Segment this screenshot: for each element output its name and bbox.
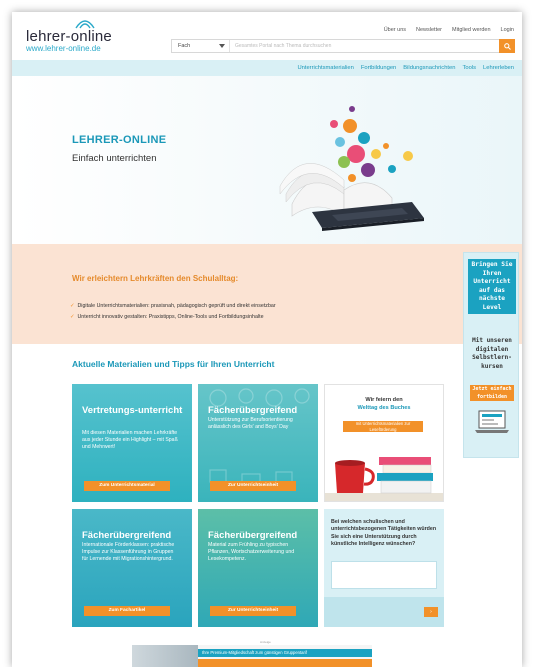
survey-answer-field[interactable]	[331, 561, 437, 589]
laptop-book-illustration	[279, 106, 424, 231]
side-ad-text: Mit unseren digitalen Selbstlern-kursen	[472, 337, 512, 370]
card-world-book-day[interactable]: Wir feiern den Welttag des Buches mit Un…	[324, 384, 444, 502]
card-button[interactable]: Zum Unterrichtsmaterial	[84, 481, 170, 491]
card-career-orientation[interactable]: Fächerübergreifend Unterstützung zur Ber…	[198, 384, 318, 502]
benefit-item: ✓ Digitale Unterrichtsmaterialien: praxis…	[70, 301, 276, 312]
card-spring-material[interactable]: Fächerübergreifend Material zum Frühling…	[198, 509, 318, 627]
banner-photo	[132, 645, 198, 667]
search-button[interactable]	[499, 39, 515, 53]
nav-item-trainings[interactable]: Fortbildungen	[361, 65, 396, 71]
survey-submit-button[interactable]: ›	[424, 607, 438, 617]
banner-text: Ihre Premium-Mitgliedschaft zum günstige…	[198, 649, 372, 657]
card-description: Unterstützung zur Berufsorientierung anl…	[208, 417, 293, 430]
nav-item-news[interactable]: Bildungsnachrichten	[403, 65, 455, 71]
subject-select[interactable]: Fach	[172, 40, 230, 52]
benefits-band: Wir erleichtern Lehrkräften den Schulall…	[12, 244, 522, 344]
checkmark-icon: ✓	[70, 303, 75, 309]
search-bar: Fach Gesamtes Portal nach Thema durchsuc…	[171, 39, 515, 53]
card-button[interactable]: Zur Unterrichtseinheit	[210, 606, 296, 616]
benefits-list: ✓ Digitale Unterrichtsmaterialien: praxis…	[70, 301, 276, 323]
wifi-arc-icon	[75, 20, 95, 29]
checkmark-icon: ✓	[70, 314, 75, 320]
books-mug-illustration	[325, 457, 443, 501]
card-title-highlight: Welttag des Buches	[357, 404, 411, 411]
nav-item-tools[interactable]: Tools	[463, 65, 477, 71]
card-button[interactable]: Zur Unterrichtseinheit	[210, 481, 296, 491]
card-title: Vertretungs-unterricht	[82, 405, 183, 416]
ad-label: Anzeige	[260, 640, 271, 644]
logo-text: lehrer-online	[26, 28, 112, 45]
search-icon	[503, 42, 511, 50]
card-button[interactable]: Zum Fachartikel	[84, 606, 170, 616]
benefit-item: ✓ Unterricht innovativ gestalten: Praxist…	[70, 312, 276, 323]
card-description: Mit diesen Materialien machen Lehrkräfte…	[82, 430, 178, 450]
top-link-about[interactable]: Über uns	[384, 27, 406, 33]
survey-question: Bei welchen schulischen und unterrichtsb…	[331, 519, 437, 547]
search-input[interactable]: Gesamtes Portal nach Thema durchsuchen	[230, 43, 499, 49]
subject-select-value: Fach	[178, 43, 191, 49]
top-link-member[interactable]: Mitglied werden	[452, 27, 491, 33]
card-title: Fächerübergreifend	[208, 530, 298, 541]
card-description: Material zum Frühling zu typischen Pflan…	[208, 542, 295, 562]
benefit-text: Digitale Unterrichtsmaterialien: praxisn…	[77, 303, 276, 309]
site-header: lehrer-online www.lehrer-online.de Über …	[12, 12, 522, 60]
side-ad-headline: Bringen Sie Ihren Unterricht auf das näc…	[468, 259, 516, 314]
hero-title: LEHRER-ONLINE	[72, 134, 167, 146]
card-ai-survey: Bei welchen schulischen und unterrichtsb…	[324, 509, 444, 627]
banner-cta-strip[interactable]	[198, 659, 372, 667]
premium-banner[interactable]: Ihre Premium-Mitgliedschaft zum günstige…	[132, 645, 372, 667]
section-title: Aktuelle Materialien und Tipps für Ihren…	[72, 359, 275, 369]
top-link-login[interactable]: Login	[501, 27, 514, 33]
nav-item-teacher-life[interactable]: Lehrerleben	[483, 65, 514, 71]
benefits-title: Wir erleichtern Lehrkräften den Schulall…	[72, 274, 239, 283]
side-ad-banner[interactable]: Bringen Sie Ihren Unterricht auf das näc…	[463, 252, 519, 458]
card-title: Fächerübergreifend	[82, 530, 172, 541]
card-intl-classes[interactable]: Fächerübergreifend Internationale Förder…	[72, 509, 192, 627]
top-links: Über uns Newsletter Mitglied werden Logi…	[384, 27, 514, 33]
top-link-newsletter[interactable]: Newsletter	[416, 27, 442, 33]
nav-item-materials[interactable]: Unterrichtsmaterialien	[297, 65, 353, 71]
page: lehrer-online www.lehrer-online.de Über …	[12, 12, 522, 667]
card-title-line: Wir feiern den	[365, 397, 403, 403]
card-title: Wir feiern den Welttag des Buches	[325, 397, 443, 412]
card-title: Fächerübergreifend	[208, 405, 298, 416]
laptop-icon	[475, 410, 509, 433]
hero-section: LEHRER-ONLINE Einfach unterrichten	[12, 76, 522, 244]
site-logo[interactable]: lehrer-online www.lehrer-online.de	[26, 20, 112, 53]
chevron-down-icon	[219, 44, 225, 48]
card-button[interactable]: mit Unterrichtsmaterialien zur Leseförde…	[343, 421, 423, 432]
card-substitute-lessons[interactable]: Vertretungs-unterricht Mit diesen Materi…	[72, 384, 192, 502]
card-description: Internationale Förderklassen: praktische…	[82, 542, 175, 562]
main-nav: Unterrichtsmaterialien Fortbildungen Bil…	[12, 60, 522, 76]
hero-subtitle: Einfach unterrichten	[72, 153, 157, 164]
side-ad-button[interactable]: Jetzt einfach fortbilden	[470, 385, 514, 401]
logo-url: www.lehrer-online.de	[26, 44, 101, 53]
benefit-text: Unterricht innovativ gestalten: Praxisti…	[77, 314, 264, 320]
